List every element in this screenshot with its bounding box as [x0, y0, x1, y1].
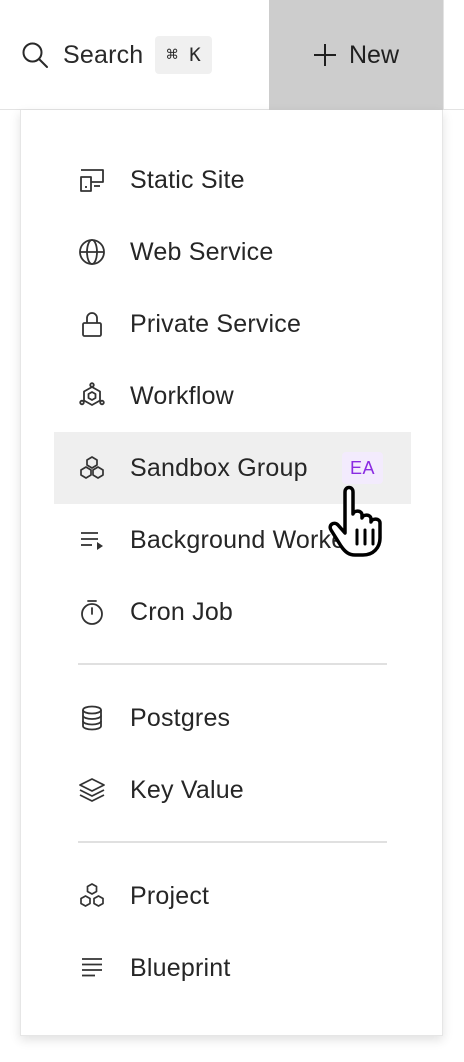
- database-icon: [78, 704, 106, 732]
- menu-item-background-worker[interactable]: Background Worker: [54, 504, 411, 576]
- menu-item-blueprint[interactable]: Blueprint: [54, 932, 411, 1004]
- lock-icon: [78, 310, 106, 338]
- menu-item-cron-job[interactable]: Cron Job: [54, 576, 411, 648]
- static-site-icon: [78, 166, 106, 194]
- stopwatch-icon: [78, 598, 106, 626]
- workflow-icon: [78, 382, 106, 410]
- menu-item-label: Key Value: [130, 775, 244, 804]
- list-play-icon: [78, 526, 106, 554]
- menu-item-static-site[interactable]: Static Site: [54, 144, 411, 216]
- menu-item-workflow[interactable]: Workflow: [54, 360, 411, 432]
- menu-item-private-service[interactable]: Private Service: [54, 288, 411, 360]
- menu-item-label: Sandbox Group: [130, 453, 308, 482]
- menu-item-key-value[interactable]: Key Value: [54, 754, 411, 826]
- menu-item-label: Background Worker: [130, 525, 354, 554]
- menu-item-label: Workflow: [130, 381, 234, 410]
- search-icon: [20, 40, 50, 70]
- blueprint-icon: [78, 954, 106, 982]
- project-icon: [78, 882, 106, 910]
- menu-divider: [78, 663, 387, 665]
- menu-item-web-service[interactable]: Web Service: [54, 216, 411, 288]
- new-button[interactable]: New: [269, 0, 443, 110]
- search-label: Search: [63, 40, 144, 69]
- early-access-badge: EA: [342, 452, 384, 484]
- menu-item-label: Private Service: [130, 309, 302, 338]
- globe-icon: [78, 238, 106, 266]
- divider: [443, 0, 444, 110]
- top-bar: Search ⌘ K New: [0, 0, 464, 110]
- menu-item-label: Web Service: [130, 237, 274, 266]
- menu-item-label: Static Site: [130, 165, 245, 194]
- menu-item-sandbox-group[interactable]: Sandbox Group EA: [54, 432, 411, 504]
- menu-item-project[interactable]: Project: [54, 860, 411, 932]
- menu-item-label: Cron Job: [130, 597, 234, 626]
- layers-icon: [78, 776, 106, 804]
- menu-item-postgres[interactable]: Postgres: [54, 682, 411, 754]
- menu-item-label: Blueprint: [130, 953, 231, 982]
- menu-item-label: Project: [130, 881, 210, 910]
- cubes-icon: [78, 454, 106, 482]
- new-button-label: New: [348, 40, 399, 69]
- plus-icon: [313, 43, 337, 67]
- menu-item-label: Postgres: [130, 703, 231, 732]
- search-shortcut-badge: ⌘ K: [155, 36, 212, 74]
- search-button[interactable]: Search ⌘ K: [20, 34, 212, 76]
- new-dropdown-menu: Static Site Web Service Private Service: [20, 110, 443, 1036]
- menu-divider: [78, 841, 387, 843]
